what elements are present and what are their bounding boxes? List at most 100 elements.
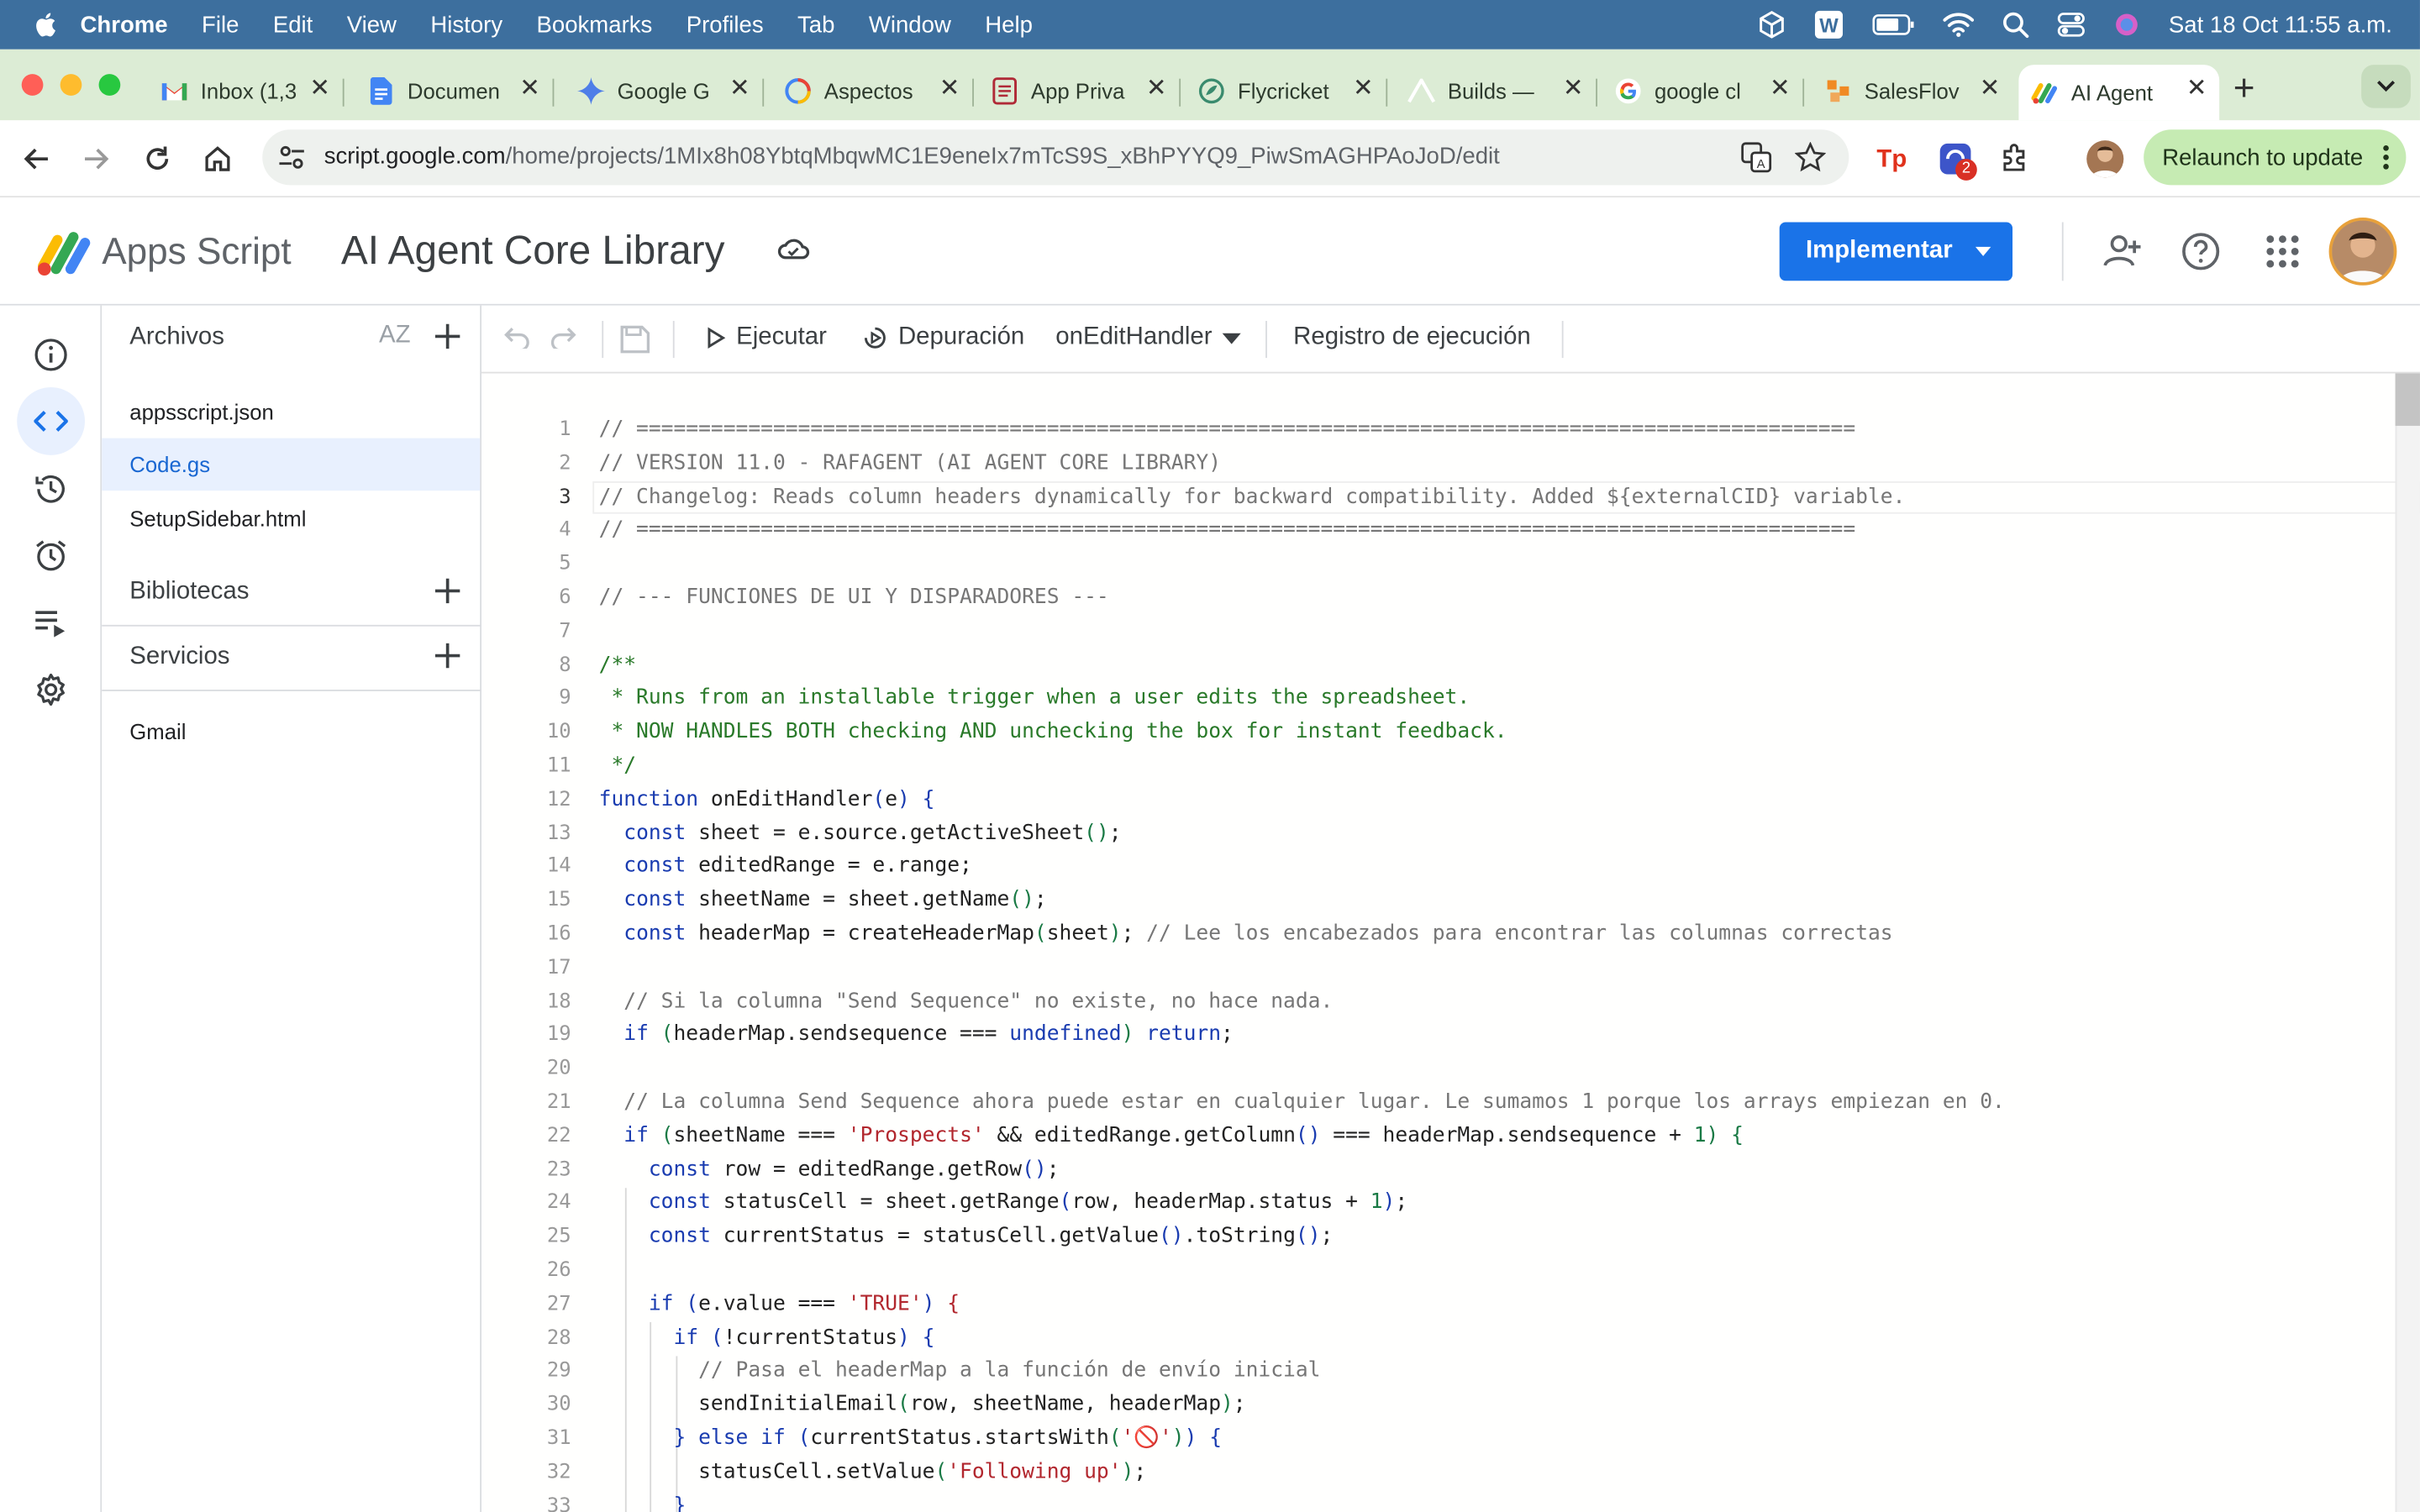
tab-close-icon[interactable]: ✕ [1146,76,1167,102]
executions-nav-button[interactable] [17,590,85,658]
file-item-active[interactable]: Code.gs [102,438,481,491]
browser-tab-active[interactable]: AI Agent ✕ [2018,65,2220,121]
file-item[interactable]: appsscript.json [102,386,480,438]
tab-close-icon[interactable]: ✕ [309,76,330,102]
line-number: 28 [546,1326,571,1350]
code-line: const sheetName = sheet.getName(); [623,889,1047,912]
tab-search-button[interactable] [2361,65,2411,108]
menu-edit[interactable]: Edit [273,12,313,38]
scrollbar-thumb[interactable] [2395,373,2420,426]
editor-scrollbar[interactable] [2395,373,2420,1512]
tab-close-icon[interactable]: ✕ [1770,76,1791,102]
browser-tab[interactable]: Inbox (1,3 ✕ [148,65,345,117]
wifi-icon[interactable] [1943,13,1975,37]
relaunch-to-update-button[interactable]: Relaunch to update [2144,129,2407,186]
save-button[interactable] [619,324,653,355]
code-content[interactable]: // =====================================… [599,413,2405,1512]
browser-tab[interactable]: SalesFlov ✕ [1815,65,2012,117]
function-selector[interactable]: onEditHandler [1055,324,1243,352]
sort-files-icon[interactable]: AZ [379,323,411,350]
browser-tab[interactable]: Flycricket ✕ [1188,65,1388,117]
tab-close-icon[interactable]: ✕ [729,76,750,102]
tab-title: Google G [617,78,710,104]
file-item[interactable]: SetupSidebar.html [102,492,480,544]
menu-bookmarks[interactable]: Bookmarks [537,12,653,38]
window-minimize-button[interactable] [60,74,82,96]
browser-tab[interactable]: Builds — ✕ [1398,65,1597,117]
add-library-icon[interactable] [432,575,463,606]
siri-icon[interactable] [2113,11,2141,39]
execution-log-button[interactable]: Registro de ejecución [1293,324,1531,352]
spotlight-search-icon[interactable] [2002,11,2030,39]
extensions-puzzle-icon[interactable] [2000,142,2031,173]
tab-close-icon[interactable]: ✕ [2186,76,2207,102]
tab-close-icon[interactable]: ✕ [1563,76,1584,102]
redo-button[interactable] [550,324,577,349]
code-editor[interactable]: 1 2 3 4 5 6 7 8 9 10 11 12 13 14 15 16 17 18 19 20 21 22 23 24 2… [481,373,2420,1512]
window-zoom-button[interactable] [98,74,121,96]
tab-close-icon[interactable]: ✕ [1353,76,1374,102]
tp-extension-icon[interactable]: Tp [1876,142,1910,173]
menu-help[interactable]: Help [985,12,1033,38]
new-tab-button[interactable]: + [2233,68,2255,111]
add-service-icon[interactable] [432,640,463,671]
tab-close-icon[interactable]: ✕ [1980,76,2001,102]
address-bar[interactable]: script.google.com/home/projects/1MIx8h08… [262,129,1849,186]
gemini-icon [576,76,605,105]
profile-avatar[interactable] [2086,140,2124,178]
triggers-nav-button[interactable] [17,522,85,590]
forward-button[interactable] [76,139,116,179]
menu-profiles[interactable]: Profiles [687,12,764,38]
add-person-icon[interactable] [2102,232,2143,272]
run-button[interactable]: Ejecutar [707,324,827,352]
project-title[interactable]: AI Agent Core Library [341,227,725,275]
site-info-icon[interactable] [278,144,306,171]
menubar-app-name[interactable]: Chrome [81,12,168,38]
window-close-button[interactable] [21,74,44,96]
tab-close-icon[interactable]: ✕ [519,76,540,102]
menubar-clock[interactable]: Sat 18 Oct 11:55 a.m. [2169,12,2392,38]
add-file-icon[interactable] [432,321,463,352]
apps-script-brand[interactable]: Apps Script [102,232,291,275]
tab-close-icon[interactable]: ✕ [939,76,960,102]
menu-view[interactable]: View [347,12,397,38]
cloud-saved-icon[interactable] [776,234,810,262]
word-status-icon[interactable]: W [1813,9,1844,40]
apple-logo-icon[interactable] [31,11,59,39]
debug-button[interactable]: Depuración [861,324,1024,352]
overview-nav-button[interactable] [17,321,85,389]
apps-grid-icon[interactable] [2263,232,2303,272]
menu-window[interactable]: Window [869,12,951,38]
battery-icon[interactable] [1872,14,1915,36]
menu-file[interactable]: File [202,12,239,38]
menu-tab[interactable]: Tab [797,12,834,38]
home-button[interactable] [197,139,238,179]
browser-tab[interactable]: App Priva ✕ [981,65,1181,117]
browser-tab[interactable]: Google G ✕ [565,65,765,117]
url-text[interactable]: script.google.com/home/projects/1MIx8h08… [324,144,1500,170]
account-avatar[interactable] [2328,217,2397,286]
translate-icon[interactable]: A [1741,142,1772,173]
service-item[interactable]: Gmail [102,705,480,757]
deploy-dropdown-icon[interactable] [1975,246,1991,256]
browser-tab[interactable]: Aspectos ✕ [771,65,974,117]
bookmark-star-icon[interactable] [1795,141,1826,173]
undo-button[interactable] [503,324,531,349]
settings-nav-button[interactable] [17,656,85,724]
browser-tab[interactable]: Documen ✕ [355,65,555,117]
help-icon[interactable] [2181,232,2221,272]
box-status-icon[interactable] [1758,11,1786,39]
editor-nav-button[interactable] [17,387,86,455]
menu-history[interactable]: History [430,12,502,38]
browser-tab[interactable]: google cl ✕ [1605,65,1805,117]
control-center-icon[interactable] [2058,11,2086,39]
arrow-right-icon [85,148,109,170]
extension-with-badge[interactable]: 2 [1939,142,1979,182]
apps-script-logo-icon[interactable] [34,228,92,278]
deploy-button[interactable]: Implementar [1779,222,2013,281]
history-nav-button[interactable] [17,455,85,523]
file-name: appsscript.json [129,399,274,425]
reload-button[interactable] [137,139,177,179]
back-button[interactable] [17,139,57,179]
